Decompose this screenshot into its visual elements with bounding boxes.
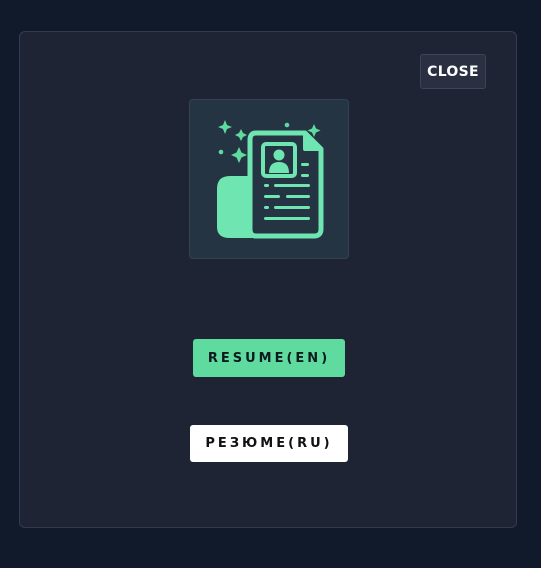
resume-document-icon xyxy=(217,120,324,239)
resume-icon-tile xyxy=(189,99,349,259)
resume-en-button[interactable]: RESUME(EN) xyxy=(193,339,345,377)
resume-ru-button[interactable]: РЕЗЮМЕ(RU) xyxy=(190,425,348,462)
close-button[interactable]: CLOSE xyxy=(420,54,486,89)
resume-modal: CLOSE RESUME(EN) РЕЗЮМЕ(RU) xyxy=(19,31,517,528)
